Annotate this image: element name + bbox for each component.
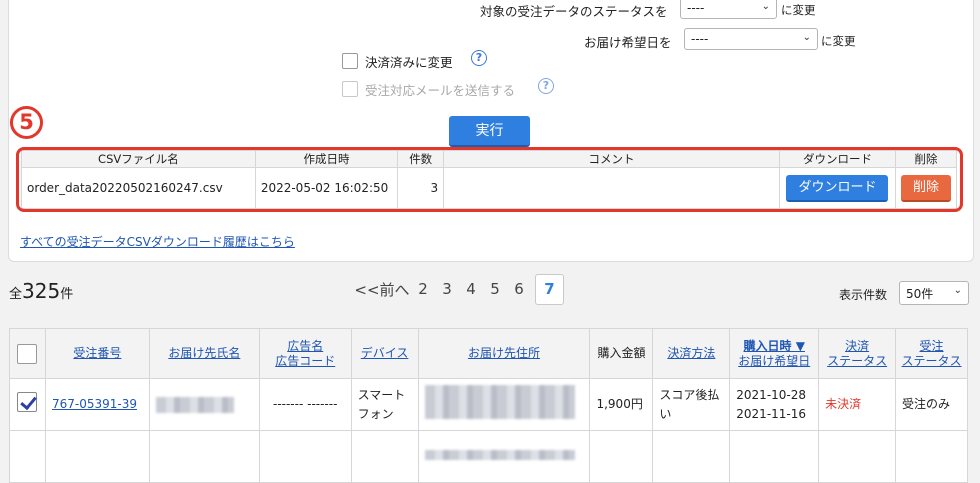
pagination: <<前へ 2 3 4 5 6 7 [353,273,564,305]
status-select[interactable]: ---- ⌄ [680,0,777,19]
pager-page[interactable]: 5 [483,280,507,298]
select-all-checkbox[interactable] [17,343,38,364]
chevron-down-icon: ⌄ [761,1,770,12]
device-cell: スマート フォン [350,378,419,431]
total-number: 325 [22,279,61,303]
sort-ad-code[interactable]: 広告コード [275,354,335,368]
ad-cell: ------- ------- [258,378,352,431]
mail-checkbox[interactable] [342,81,358,97]
amount-cell: 1,900円 [589,378,654,431]
table-row [9,430,968,483]
paid-checkbox-label: 決済済みに変更 [365,55,453,70]
order-number-link[interactable]: 767-05391-39 [52,397,137,411]
table-row: 767-05391-39 ------- ------- スマートフォン 1,9… [9,378,968,431]
total-count: 全325件 [9,279,73,303]
payment-status: 未決済 [818,378,897,431]
status-select-value: ---- [687,1,705,15]
pager-page[interactable]: 4 [459,280,483,298]
per-page-label: 表示件数 [839,288,888,302]
per-page-value: 50件 [906,287,934,301]
per-page-select[interactable]: 50件 ⌄ [899,281,969,305]
sort-ad-name[interactable]: 広告名 [287,339,323,353]
sort-order-status-1[interactable]: 受注 [920,339,944,353]
pager-page[interactable]: 3 [435,280,459,298]
paid-checkbox[interactable] [342,53,358,69]
redacted-address [424,384,575,419]
payment-cell: スコア後払い [652,378,731,431]
device-line-2: フォン [357,406,394,421]
status-change-suffix: に変更 [781,3,816,17]
status-change-label: 対象の受注データのステータスを [480,4,668,19]
sort-delivery-date[interactable]: お届け希望日 [738,354,810,368]
sort-address[interactable]: お届け先住所 [468,346,540,360]
sort-pay-status-2[interactable]: ステータス [827,354,887,368]
help-icon[interactable]: ? [471,50,487,66]
chevron-down-icon: ⌄ [953,285,962,296]
step-number-badge: 5 [10,106,43,139]
sort-order-status-2[interactable]: ステータス [902,354,962,368]
total-prefix: 全 [9,287,23,302]
pager-current-page[interactable]: 7 [535,273,564,305]
redacted-recipient [155,396,234,413]
pager-page[interactable]: 6 [507,280,531,298]
help-icon[interactable]: ? [538,78,554,94]
orders-header-row: 受注番号 お届け先氏名 広告名 広告コード デバイス お届け先住所 購入金額 決済… [9,328,968,379]
date-cell: 2021-10-28 2021-11-16 [729,378,820,431]
highlight-frame [16,147,963,212]
sort-pay-status-1[interactable]: 決済 [845,339,869,353]
chevron-down-icon: ⌄ [802,32,811,43]
delivery-date: 2021-11-16 [736,406,807,421]
delivery-change-suffix: に変更 [821,34,856,48]
sort-order-no[interactable]: 受注番号 [73,346,121,360]
execute-button[interactable]: 実行 [449,116,530,147]
orders-table: 受注番号 お届け先氏名 広告名 広告コード デバイス お届け先住所 購入金額 決済… [9,328,968,483]
mail-checkbox-label: 受注対応メールを送信する [365,83,516,98]
sort-recipient[interactable]: お届け先氏名 [168,346,240,360]
select-all-cell [9,328,46,379]
device-line-1: スマート [357,387,406,402]
delivery-date-select[interactable]: ---- ⌄ [684,28,818,50]
sort-payment[interactable]: 決済方法 [667,346,715,360]
csv-history-link[interactable]: すべての受注データCSVダウンロード履歴はこちら [20,233,295,250]
pager-page[interactable]: 2 [411,280,435,298]
row-checkbox[interactable] [17,391,38,412]
sort-device[interactable]: デバイス [361,346,409,360]
order-status: 受注のみ [895,378,968,431]
delivery-select-value: ---- [691,32,709,46]
pager-prev[interactable]: <<前へ [353,279,411,300]
sort-purchase-date[interactable]: 購入日時 ▼ [744,339,805,353]
header-amount: 購入金額 [589,328,654,379]
delivery-change-label: お届け希望日を [584,35,672,50]
redacted-address [424,450,575,460]
total-suffix: 件 [60,287,74,302]
purchase-date: 2021-10-28 [736,387,807,402]
